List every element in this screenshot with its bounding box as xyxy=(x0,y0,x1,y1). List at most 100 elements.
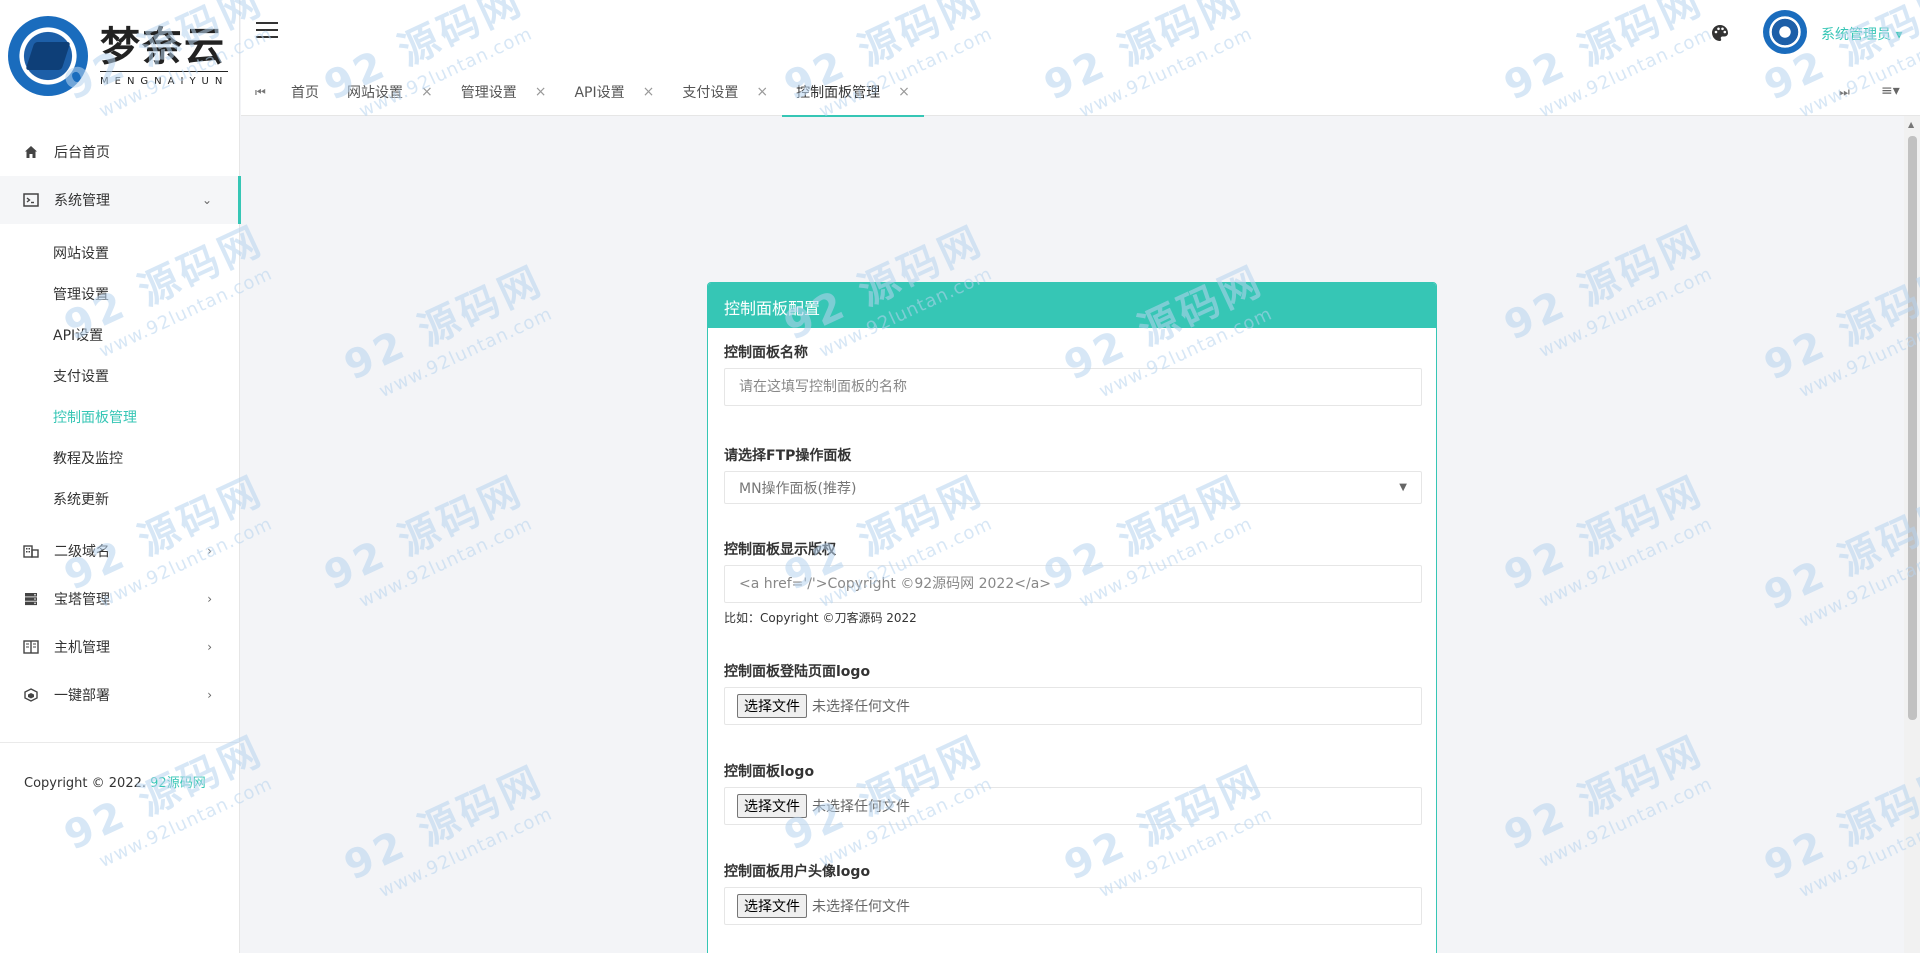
cube-icon xyxy=(22,686,40,704)
sidebar-item-label: 主机管理 xyxy=(54,640,110,656)
copyright-label: 控制面板显示版权 xyxy=(724,542,836,558)
sidebar-subitem-update[interactable]: 系统更新 xyxy=(0,478,240,519)
copyright-hint: 比如：Copyright ©刀客源码 2022 xyxy=(724,611,917,625)
panel-logo-file-input: 选择文件 未选择任何文件 xyxy=(724,787,1422,825)
panel-name-label: 控制面板名称 xyxy=(724,345,808,361)
close-icon[interactable]: × xyxy=(643,84,655,100)
server-icon xyxy=(22,590,40,608)
sidebar-item-baota[interactable]: 宝塔管理 › xyxy=(0,575,240,623)
tab-home[interactable]: 首页 xyxy=(277,68,333,116)
watermark: 92 源码网 www.92luntan.com xyxy=(317,467,536,612)
watermark: 92 源码网 www.92luntan.com xyxy=(1497,467,1716,612)
watermark: 92 源码网 www.92luntan.com xyxy=(337,757,556,902)
select-arrow-icon: ▼ xyxy=(1399,482,1407,493)
copyright-input[interactable] xyxy=(724,565,1422,603)
sidebar-item-system[interactable]: 系统管理 ⌄ xyxy=(0,176,241,224)
tab-label: 首页 xyxy=(291,85,319,101)
panel-logo-field-group: 控制面板logo 选择文件 未选择任何文件 xyxy=(724,761,1422,825)
scrollbar-thumb[interactable] xyxy=(1908,136,1917,720)
panel-name-field-group: 控制面板名称 xyxy=(724,342,1422,406)
tab-api-settings[interactable]: API设置 × xyxy=(560,68,668,116)
sidebar-subitem-tutorial[interactable]: 教程及监控 xyxy=(0,437,240,478)
tab-label: 支付设置 xyxy=(682,85,739,101)
choose-file-button[interactable]: 选择文件 xyxy=(737,794,807,818)
chevron-right-icon: › xyxy=(207,592,212,606)
file-status: 未选择任何文件 xyxy=(812,799,910,815)
sidebar-item-host[interactable]: 主机管理 › xyxy=(0,623,240,671)
tab-scroll-left-icon[interactable]: ⏮ xyxy=(255,85,266,100)
sidebar-item-label: 一键部署 xyxy=(54,688,110,704)
close-icon[interactable]: × xyxy=(535,84,547,100)
tabs-container: 首页 网站设置 × 管理设置 × API设置 × 支付设置 × 控制面板管理 × xyxy=(277,68,924,117)
panel-config-card: 控制面板配置 控制面板名称 请选择FTP操作面板 MN操作面板(推荐) ▼ 控制… xyxy=(707,282,1437,953)
panel-name-input[interactable] xyxy=(724,368,1422,406)
sidebar-divider xyxy=(0,742,240,743)
tab-label: 网站设置 xyxy=(347,85,403,101)
sidebar-item-dashboard[interactable]: 后台首页 xyxy=(0,128,240,176)
close-icon[interactable]: × xyxy=(898,84,910,100)
building-icon xyxy=(22,542,40,560)
sidebar-item-subdomain[interactable]: 二级域名 › xyxy=(0,527,240,575)
watermark: 92 源码网 www.92luntan.com xyxy=(1497,727,1716,872)
copyright-link[interactable]: 92源码网 xyxy=(150,776,206,791)
close-icon[interactable]: × xyxy=(756,84,768,100)
sidebar-item-label: 后台首页 xyxy=(54,145,110,161)
login-logo-label: 控制面板登陆页面logo xyxy=(724,664,871,680)
choose-file-button[interactable]: 选择文件 xyxy=(737,694,807,718)
brand-emblem-icon xyxy=(8,16,88,96)
tab-label: 控制面板管理 xyxy=(796,85,881,101)
watermark: 92 源码网 www.92luntan.com xyxy=(1757,757,1920,902)
caret-down-icon: ▾ xyxy=(1895,27,1903,43)
avatar-logo-field-group: 控制面板用户头像logo 选择文件 未选择任何文件 xyxy=(724,861,1422,925)
top-header: 系统管理员 ▾ xyxy=(241,0,1920,68)
brand-subtitle: MENGNAIYUN xyxy=(100,71,229,87)
copyright-text: Copyright © 2022. xyxy=(24,776,147,791)
watermark: 92 源码网 www.92luntan.com xyxy=(1757,257,1920,402)
ftp-panel-select[interactable]: MN操作面板(推荐) ▼ xyxy=(724,471,1422,504)
sidebar-item-deploy[interactable]: 一键部署 › xyxy=(0,671,240,719)
menu-toggle-icon[interactable] xyxy=(256,22,278,40)
home-icon xyxy=(22,143,40,161)
brand-name: 梦奈云 xyxy=(100,23,226,70)
page-scrollbar[interactable]: ▲ xyxy=(1904,116,1920,953)
user-avatar[interactable] xyxy=(1763,10,1807,54)
tab-menu-icon[interactable]: ≡▾ xyxy=(1881,83,1900,99)
sidebar: 梦奈云 MENGNAIYUN 后台首页 系统管理 ⌄ 网站设置 管理设置 API… xyxy=(0,0,241,953)
username-label: 系统管理员 xyxy=(1821,27,1891,43)
file-status: 未选择任何文件 xyxy=(812,699,910,715)
tab-website-settings[interactable]: 网站设置 × xyxy=(333,68,447,116)
sidebar-subitem-api[interactable]: API设置 xyxy=(0,314,240,355)
tab-payment-settings[interactable]: 支付设置 × xyxy=(668,68,782,116)
ftp-panel-field-group: 请选择FTP操作面板 MN操作面板(推荐) ▼ xyxy=(724,445,1422,504)
login-logo-file-input: 选择文件 未选择任何文件 xyxy=(724,687,1422,725)
ftp-panel-selected-value: MN操作面板(推荐) xyxy=(739,480,857,497)
tab-scroll-right-icon[interactable]: ⏭ xyxy=(1839,85,1850,100)
columns-icon xyxy=(22,638,40,656)
palette-icon[interactable] xyxy=(1711,24,1729,42)
tab-admin-settings[interactable]: 管理设置 × xyxy=(447,68,561,116)
chevron-down-icon: ⌄ xyxy=(201,193,212,207)
sidebar-subitem-payment[interactable]: 支付设置 xyxy=(0,355,240,396)
tab-label: API设置 xyxy=(574,85,625,101)
tab-panel-management[interactable]: 控制面板管理 × xyxy=(782,68,924,117)
chevron-right-icon: › xyxy=(207,544,212,558)
watermark: 92 源码网 www.92luntan.com xyxy=(337,257,556,402)
login-logo-field-group: 控制面板登陆页面logo 选择文件 未选择任何文件 xyxy=(724,661,1422,725)
watermark: 92 源码网 www.92luntan.com xyxy=(1757,487,1920,632)
sidebar-subitem-panel[interactable]: 控制面板管理 xyxy=(0,396,240,437)
sidebar-subitem-website[interactable]: 网站设置 xyxy=(0,232,240,273)
avatar-logo-label: 控制面板用户头像logo xyxy=(724,864,871,880)
brand-logo[interactable]: 梦奈云 MENGNAIYUN xyxy=(0,0,239,112)
user-menu[interactable]: 系统管理员 ▾ xyxy=(1821,24,1902,44)
panel-logo-label: 控制面板logo xyxy=(724,764,815,780)
terminal-icon xyxy=(22,191,40,209)
avatar-logo-file-input: 选择文件 未选择任何文件 xyxy=(724,887,1422,925)
chevron-right-icon: › xyxy=(207,688,212,702)
sidebar-copyright: Copyright © 2022. 92源码网 xyxy=(24,772,206,791)
sidebar-subitem-admin[interactable]: 管理设置 xyxy=(0,273,240,314)
card-title: 控制面板配置 xyxy=(708,283,1436,328)
scroll-up-icon[interactable]: ▲ xyxy=(1908,120,1914,129)
choose-file-button[interactable]: 选择文件 xyxy=(737,894,807,918)
close-icon[interactable]: × xyxy=(421,84,433,100)
file-status: 未选择任何文件 xyxy=(812,899,910,915)
